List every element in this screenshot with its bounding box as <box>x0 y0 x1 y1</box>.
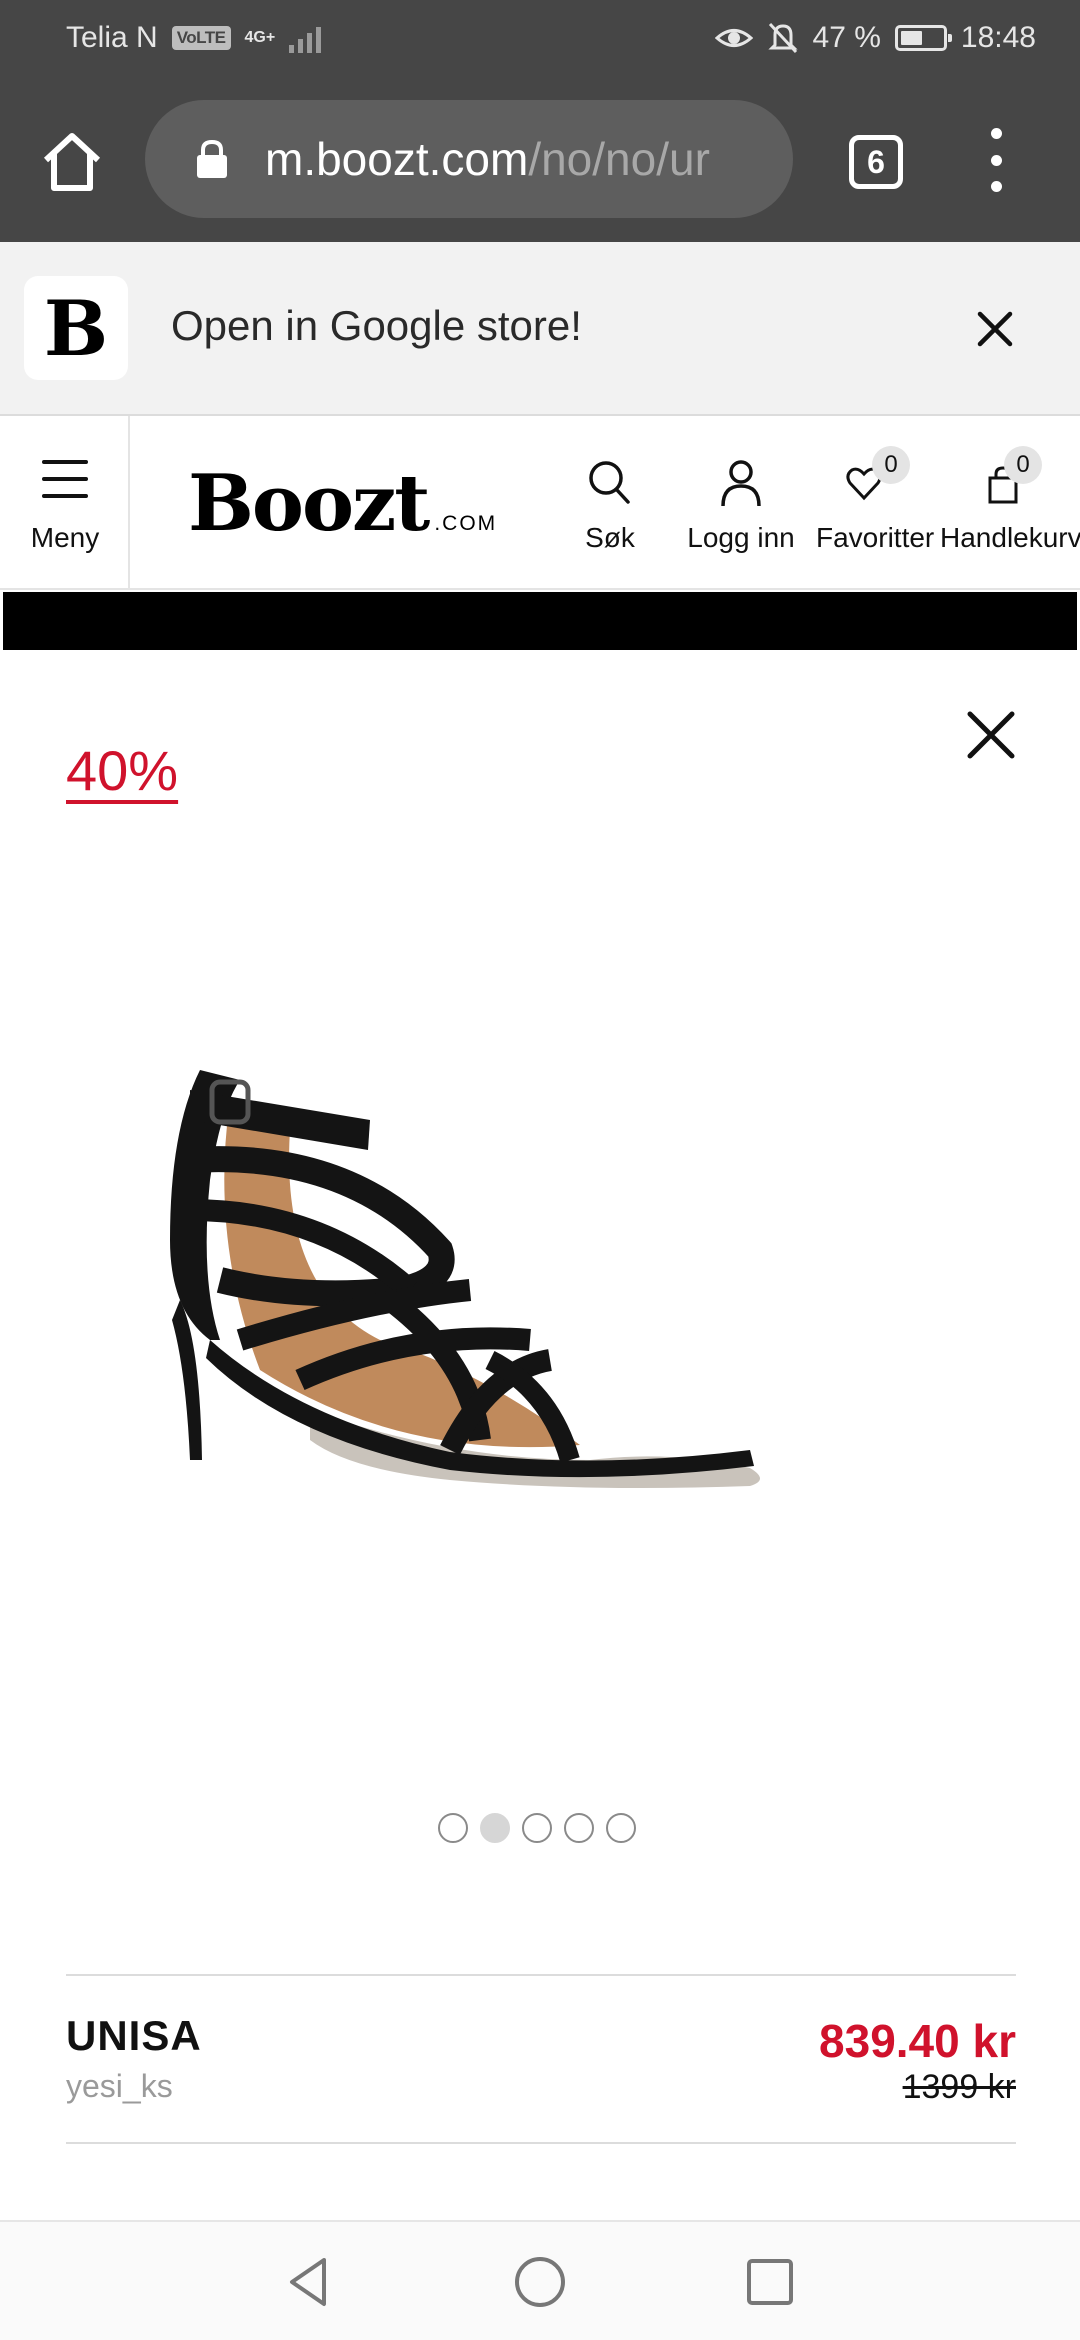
carousel-dot[interactable] <box>606 1813 636 1843</box>
site-header: Meny Boozt .COM Søk Logg inn 0 Favoritte… <box>0 416 1080 590</box>
banner-close-icon[interactable] <box>974 308 1016 350</box>
sale-price: 839.40 kr <box>819 2015 1016 2067</box>
clock: 18:48 <box>960 21 1036 54</box>
search-icon <box>589 461 630 504</box>
eye-icon <box>714 29 753 47</box>
url-host: m.boozt.com <box>265 133 529 185</box>
home-nav-icon[interactable] <box>510 2252 570 2312</box>
brand-suffix: .COM <box>434 512 498 535</box>
status-left: Telia N VoLTE 4G+ <box>66 21 322 55</box>
signal-icon <box>289 23 322 53</box>
brand-name: Boozt <box>188 458 430 549</box>
status-bar: Telia N VoLTE 4G+ 47 % 18:48 <box>0 0 1080 76</box>
recents-icon[interactable] <box>740 2252 800 2312</box>
browser-menu-icon[interactable] <box>982 128 1010 192</box>
promo-strip[interactable] <box>3 592 1077 650</box>
url-text: m.boozt.com/no/no/ur <box>265 132 710 186</box>
search-button[interactable]: Søk <box>570 416 650 590</box>
browser-toolbar: m.boozt.com/no/no/ur 6 <box>0 76 1080 242</box>
cart-button[interactable]: 0 Handlekurv <box>940 416 1080 590</box>
carousel-dot[interactable] <box>522 1813 552 1843</box>
status-right: 47 % 18:48 <box>714 21 1036 55</box>
discount-badge[interactable]: 40% <box>66 738 178 803</box>
lock-icon <box>197 139 227 178</box>
menu-label: Meny <box>30 522 100 553</box>
tab-switcher-button[interactable]: 6 <box>849 135 903 189</box>
cart-label: Handlekurv <box>940 522 1080 553</box>
seller-name[interactable]: yesi_ks <box>66 2068 173 2105</box>
favorites-label: Favoritter <box>816 522 935 553</box>
favorites-count-badge: 0 <box>872 446 910 484</box>
product-image[interactable] <box>150 1040 930 1740</box>
carousel-dot-active[interactable] <box>480 1813 510 1843</box>
url-path: /no/no/ur <box>528 133 710 185</box>
carousel-dot[interactable] <box>564 1813 594 1843</box>
android-nav-bar <box>0 2220 1080 2340</box>
network-type: 4G+ <box>244 29 276 46</box>
favorites-button[interactable]: 0 Favoritter <box>816 416 935 590</box>
back-icon[interactable] <box>280 2252 340 2312</box>
hamburger-icon <box>42 460 88 498</box>
product-info: UNISA yesi_ks 839.40 kr 1399 kr <box>66 1974 1016 2144</box>
app-banner: B Open in Google store! <box>0 242 1080 416</box>
volte-badge: VoLTE <box>171 26 231 50</box>
home-icon[interactable] <box>40 130 104 194</box>
battery-icon <box>894 25 952 51</box>
carousel-dot[interactable] <box>438 1813 468 1843</box>
bell-off-icon <box>767 22 798 54</box>
close-product-icon[interactable] <box>966 710 1016 760</box>
original-price: 1399 kr <box>902 2068 1016 2106</box>
login-label: Logg inn <box>687 522 795 553</box>
image-carousel-dots[interactable] <box>438 1813 636 1843</box>
tab-count: 6 <box>867 143 885 180</box>
user-icon <box>721 460 761 507</box>
banner-text[interactable]: Open in Google store! <box>171 302 582 350</box>
banner-app-logo: B <box>24 276 128 380</box>
boozt-logo[interactable]: Boozt .COM <box>188 458 497 549</box>
login-button[interactable]: Logg inn <box>686 416 796 590</box>
carrier-name: Telia N <box>66 21 158 54</box>
address-bar[interactable]: m.boozt.com/no/no/ur <box>145 100 793 218</box>
menu-button[interactable]: Meny <box>0 416 130 590</box>
battery-percent: 47 % <box>812 21 881 54</box>
search-label: Søk <box>585 522 635 553</box>
product-brand[interactable]: UNISA <box>66 2012 202 2060</box>
cart-count-badge: 0 <box>1004 446 1042 484</box>
